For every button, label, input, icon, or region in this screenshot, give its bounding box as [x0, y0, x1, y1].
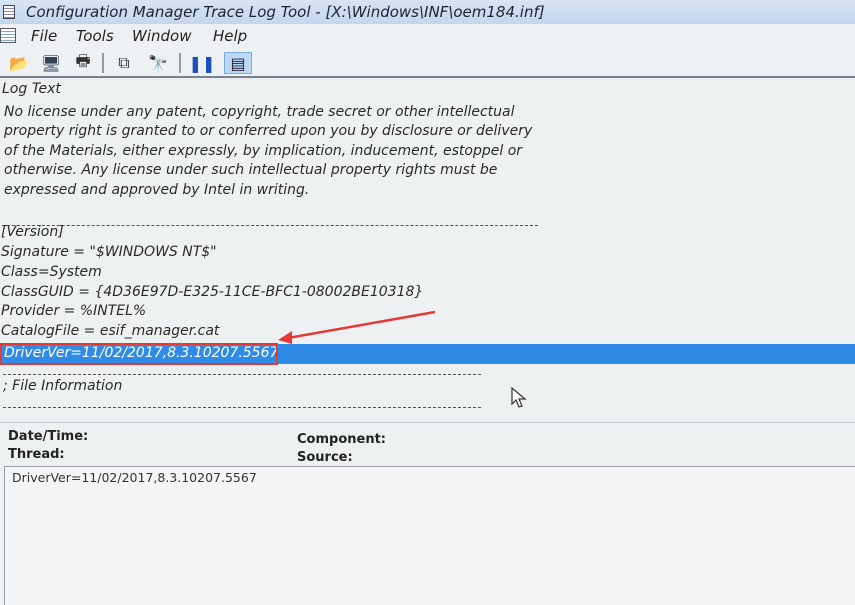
menu-help[interactable]: Help: [213, 24, 247, 48]
mouse-cursor-icon: [511, 386, 527, 408]
log-line[interactable]: expressed and approved by Intel in writi…: [4, 182, 309, 198]
dashed-separator: [3, 407, 481, 408]
menu-file[interactable]: File: [31, 24, 57, 48]
computer-icon[interactable]: 🖥: [39, 52, 63, 74]
print-icon[interactable]: 🖶: [71, 51, 95, 74]
app-icon: [3, 5, 15, 19]
annotation-highlight-box: [0, 343, 278, 365]
find-icon[interactable]: 🔭: [146, 52, 170, 74]
thread-label: Thread:: [8, 447, 65, 462]
copy-icon[interactable]: ⧉: [112, 52, 136, 74]
log-line[interactable]: ; File Information: [3, 378, 122, 394]
toolbar-separator: [179, 53, 181, 73]
source-label: Source:: [297, 450, 353, 465]
log-line[interactable]: of the Materials, either expressly, by i…: [4, 143, 522, 159]
document-icon[interactable]: [0, 28, 16, 43]
open-icon[interactable]: 📂: [7, 52, 31, 74]
dashed-separator: [2, 225, 538, 226]
log-header: Log Text: [2, 81, 61, 97]
message-box[interactable]: DriverVer=11/02/2017,8.3.10207.5567: [4, 466, 855, 605]
window-title: Configuration Manager Trace Log Tool - […: [26, 3, 545, 21]
message-text: DriverVer=11/02/2017,8.3.10207.5567: [12, 470, 257, 485]
log-line[interactable]: otherwise. Any license under such intell…: [4, 162, 497, 178]
annotation-arrow: [278, 310, 436, 344]
log-view-icon[interactable]: ▤: [224, 52, 252, 74]
date-time-label: Date/Time:: [8, 429, 89, 444]
toolbar-separator: [102, 53, 104, 73]
menu-bar: File Tools Window Help: [0, 24, 855, 48]
log-line[interactable]: No license under any patent, copyright, …: [4, 104, 515, 120]
log-line[interactable]: property right is granted to or conferre…: [4, 123, 532, 139]
log-line[interactable]: Class=System: [1, 264, 102, 280]
menu-tools[interactable]: Tools: [76, 24, 114, 48]
log-line[interactable]: Provider = %INTEL%: [1, 303, 146, 319]
dashed-separator: [3, 374, 481, 375]
pause-icon[interactable]: ❚❚: [189, 52, 216, 74]
log-line[interactable]: CatalogFile = esif_manager.cat: [1, 323, 219, 339]
log-text-pane[interactable]: Log Text No license under any patent, co…: [0, 80, 855, 420]
menu-window[interactable]: Window: [132, 24, 191, 48]
toolbar: 📂 🖥 🖶 ⧉ 🔭 ❚❚ ▤: [0, 48, 855, 78]
log-line[interactable]: ClassGUID = {4D36E97D-E325-11CE-BFC1-080…: [1, 284, 423, 300]
component-label: Component:: [297, 432, 386, 447]
log-line[interactable]: Signature = "$WINDOWS NT$": [1, 244, 217, 260]
title-bar: Configuration Manager Trace Log Tool - […: [0, 0, 855, 24]
log-line[interactable]: [Version]: [1, 224, 64, 240]
